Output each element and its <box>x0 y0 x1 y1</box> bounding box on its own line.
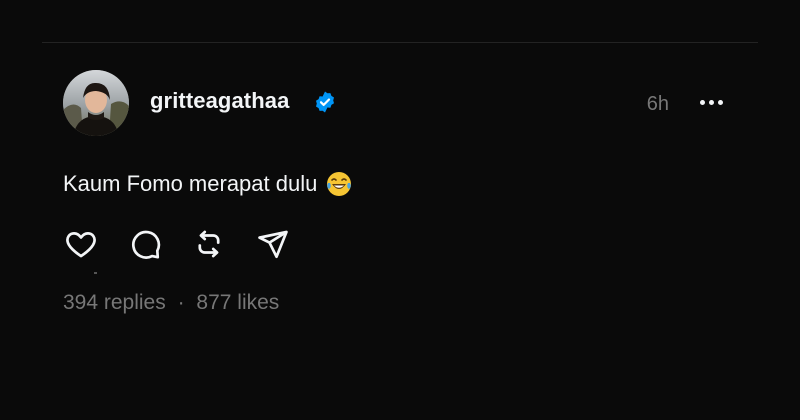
more-dot <box>708 99 714 105</box>
more-horizontal-icon <box>699 99 705 105</box>
more-dot <box>717 99 723 105</box>
more-options-button[interactable] <box>693 86 729 118</box>
post-header: gritteagathaa 6h <box>63 70 743 136</box>
avatar-image <box>63 70 129 136</box>
post-body: Kaum Fomo merapat dulu <box>63 170 353 198</box>
post-text: Kaum Fomo merapat dulu <box>63 171 318 196</box>
post-stats: 394 replies · 877 likes <box>63 291 279 315</box>
verified-badge-icon <box>316 91 334 113</box>
stats-separator: · <box>177 291 185 314</box>
face-with-tears-of-joy-icon <box>327 172 352 196</box>
username[interactable]: gritteagathaa <box>150 88 289 114</box>
heart-icon <box>66 232 96 258</box>
avatar[interactable] <box>63 70 129 136</box>
post-view: gritteagathaa 6h Kaum Fomo merapat dulu <box>0 0 800 420</box>
decorative-mark <box>94 272 97 274</box>
replies-count[interactable]: 394 replies <box>63 291 166 314</box>
share-button[interactable] <box>255 226 291 262</box>
comment-icon <box>131 230 161 259</box>
post-actions <box>63 226 291 262</box>
post-timestamp: 6h <box>646 93 669 115</box>
top-divider <box>42 42 758 43</box>
repost-icon <box>198 230 220 258</box>
like-button[interactable] <box>63 226 99 262</box>
reply-button[interactable] <box>127 226 163 262</box>
repost-button[interactable] <box>191 226 227 262</box>
send-icon <box>258 230 288 259</box>
likes-count[interactable]: 877 likes <box>196 291 279 314</box>
